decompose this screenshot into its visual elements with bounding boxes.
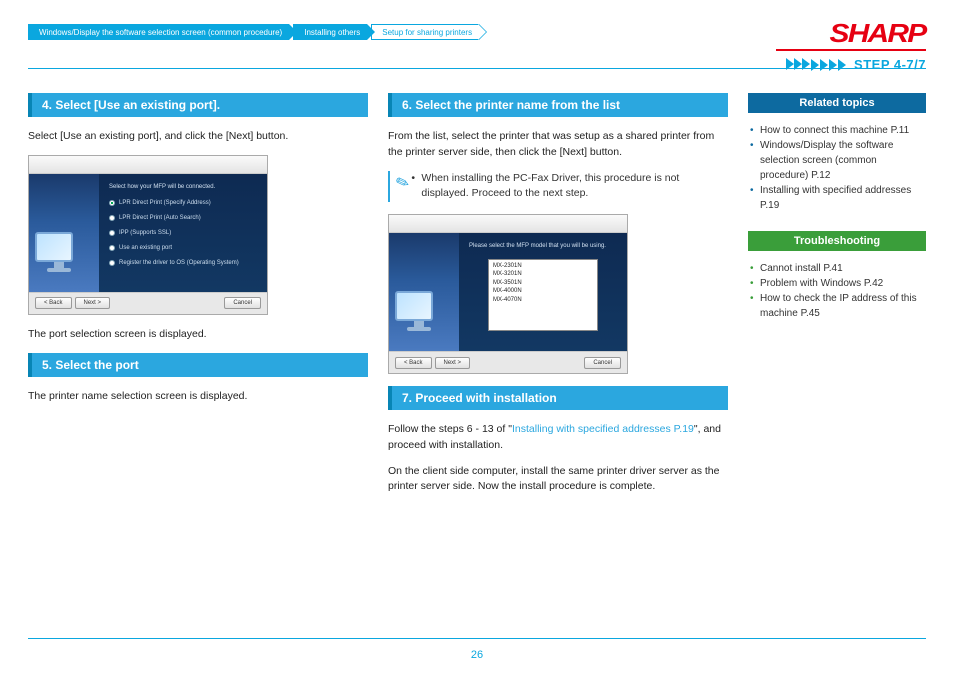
back-button: < Back xyxy=(395,357,432,369)
next-button: Next > xyxy=(75,297,111,309)
crumb-3[interactable]: Setup for sharing printers xyxy=(371,24,479,40)
column-sidebar: Related topics How to connect this machi… xyxy=(748,93,926,505)
page-number: 26 xyxy=(0,649,954,661)
related-link[interactable]: Windows/Display the software selection s… xyxy=(748,138,926,183)
heading-step-6: 6. Select the printer name from the list xyxy=(388,93,728,117)
related-link[interactable]: Installing with specified addresses P.19 xyxy=(748,183,926,213)
screenshot-port-selection: Select how your MFP will be connected. L… xyxy=(28,155,268,315)
text-step-5: The printer name selection screen is dis… xyxy=(28,389,368,405)
back-button: < Back xyxy=(35,297,72,309)
related-link[interactable]: How to connect this machine P.11 xyxy=(748,123,926,138)
caption-step-4: The port selection screen is displayed. xyxy=(28,327,368,343)
heading-step-7: 7. Proceed with installation xyxy=(388,386,728,410)
text-step-4: Select [Use an existing port], and click… xyxy=(28,129,368,145)
breadcrumb: Windows/Display the software selection s… xyxy=(28,24,479,40)
step-arrows-icon xyxy=(787,59,846,71)
heading-step-4: 4. Select [Use an existing port]. xyxy=(28,93,368,117)
text-step-6: From the list, select the printer that w… xyxy=(388,129,728,161)
logo-area: SHARP STEP 4-7/7 xyxy=(776,18,926,72)
column-center: 6. Select the printer name from the list… xyxy=(388,93,728,505)
trouble-link[interactable]: Problem with Windows P.42 xyxy=(748,276,926,291)
pushpin-icon: ✎ xyxy=(393,171,412,194)
crumb-1[interactable]: Windows/Display the software selection s… xyxy=(28,24,289,40)
next-button: Next > xyxy=(435,357,471,369)
cancel-button: Cancel xyxy=(584,357,621,369)
troubleshooting-heading: Troubleshooting xyxy=(748,231,926,251)
related-topics-heading: Related topics xyxy=(748,93,926,113)
footer-divider xyxy=(28,638,926,639)
heading-step-5: 5. Select the port xyxy=(28,353,368,377)
column-left: 4. Select [Use an existing port]. Select… xyxy=(28,93,368,505)
link-specified-addresses[interactable]: Installing with specified addresses P.19 xyxy=(512,423,694,435)
sharp-logo: SHARP xyxy=(830,18,926,49)
monitor-icon xyxy=(35,232,83,280)
step-label: STEP 4-7/7 xyxy=(854,57,926,72)
printer-listbox: MX-2301NMX-3201NMX-3501N MX-4000NMX-4070… xyxy=(488,259,598,331)
note-text: When installing the PC-Fax Driver, this … xyxy=(417,171,728,203)
text-step-7a: Follow the steps 6 - 13 of "Installing w… xyxy=(388,422,728,454)
trouble-link[interactable]: Cannot install P.41 xyxy=(748,261,926,276)
cancel-button: Cancel xyxy=(224,297,261,309)
monitor-icon xyxy=(395,291,443,339)
troubleshooting-list: Cannot install P.41 Problem with Windows… xyxy=(748,261,926,321)
related-topics-list: How to connect this machine P.11 Windows… xyxy=(748,123,926,213)
screenshot-printer-list: Please select the MFP model that you wil… xyxy=(388,214,628,374)
text-step-7b: On the client side computer, install the… xyxy=(388,464,728,496)
trouble-link[interactable]: How to check the IP address of this mach… xyxy=(748,291,926,321)
crumb-2[interactable]: Installing others xyxy=(293,24,367,40)
note-block: ✎ When installing the PC-Fax Driver, thi… xyxy=(388,171,728,203)
